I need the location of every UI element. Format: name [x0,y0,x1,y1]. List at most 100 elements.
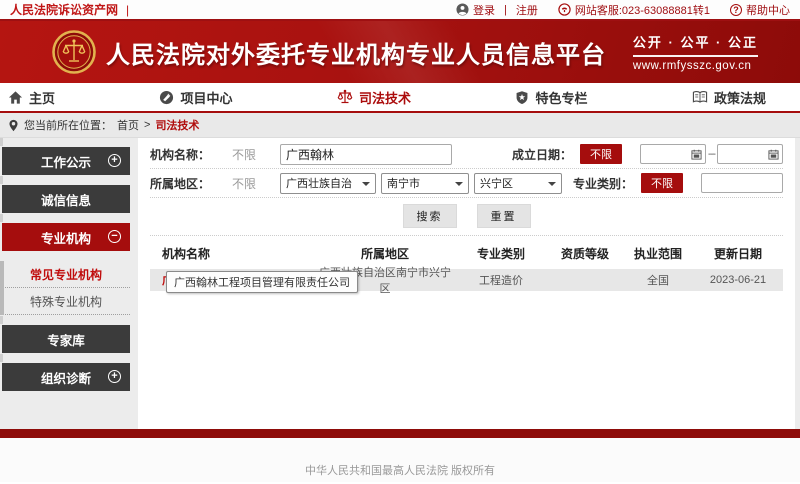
org-name-input[interactable] [280,144,452,165]
province-select[interactable]: 广西壮族自治 [280,173,376,194]
main-area: 工作公示 + 诚信信息 专业机构 − 常见专业机构 特殊专业机构 专家库 组织诊… [0,138,800,429]
breadcrumb-current: 司法技术 [155,117,199,133]
header-scope: 执业范围 [623,245,693,262]
category-any-button[interactable]: 不限 [641,173,683,193]
site-name: 人民法院诉讼资产网 [10,1,118,18]
district-select[interactable]: 兴宁区 [474,173,562,194]
subitem-label-special-orgs: 特殊专业机构 [30,293,102,310]
help-label: 帮助中心 [746,2,790,18]
page-title: 人民法院对外委托专业机构专业人员信息平台 [106,35,606,70]
sidebar-subitem-special-orgs[interactable]: 特殊专业机构 [2,288,130,315]
login-link[interactable]: 登录 [456,2,495,18]
footer: 中华人民共和国最高人民法院 版权所有 [0,438,800,482]
subitem-label-common-orgs: 常见专业机构 [30,266,102,283]
cell-category: 工程造价 [455,272,547,288]
help-center-link[interactable]: ? 帮助中心 [730,2,790,18]
project-center-icon [159,90,174,105]
sidebar-label-work-publicity: 工作公示 [41,152,91,171]
site-banner: 人民法院对外委托专业机构专业人员信息平台 公开 · 公平 · 公正 www.rm… [0,21,800,83]
breadcrumb-separator: > [144,119,150,131]
sidebar-submenu: 常见专业机构 特殊专业机构 [2,261,130,315]
cell-updated: 2023-06-21 [693,274,783,286]
header-category: 专业类别 [455,245,547,262]
help-icon: ? [730,4,742,16]
site-name-link[interactable]: 人民法院诉讼资产网 | [10,1,129,18]
category-input[interactable] [701,173,783,193]
sidebar-label-professional-orgs: 专业机构 [41,228,91,247]
nav-label-judicial-tech: 司法技术 [359,88,411,107]
header-updated: 更新日期 [693,245,783,262]
shield-icon [515,90,529,105]
search-button[interactable]: 搜索 [403,204,457,228]
form-row-region: 所属地区： 不限 广西壮族自治 南宁市 兴宁区 专业类别： 不限 [150,169,783,198]
nav-label-project-center: 项目中心 [180,88,232,107]
category-label: 专业类别： [573,175,633,192]
sidebar-item-integrity-info[interactable]: 诚信信息 [2,185,130,213]
site-name-divider: | [126,3,129,17]
breadcrumb: 您当前所在位置： 首页 > 司法技术 [0,113,800,138]
region-label: 所属地区： [150,175,218,192]
nav-item-project-center[interactable]: 项目中心 [159,88,232,107]
sidebar-label-org-diagnosis: 组织诊断 [41,368,91,387]
nav-label-home: 主页 [29,88,55,107]
sidebar-label-expert-pool: 专家库 [47,330,85,349]
calendar-icon [691,149,702,160]
form-actions: 搜索 重置 [150,198,783,236]
bottom-red-bar [0,429,800,438]
sidebar-item-work-publicity[interactable]: 工作公示 + [2,147,130,175]
sidebar-item-org-diagnosis[interactable]: 组织诊断 + [2,363,130,391]
user-icon [456,3,469,16]
nav-label-special-column: 特色专栏 [535,88,587,107]
register-link[interactable]: 注册 [516,2,538,18]
login-label: 登录 [473,2,495,18]
home-icon [8,90,23,105]
sidebar-subitem-common-orgs[interactable]: 常见专业机构 [2,261,130,288]
reset-button[interactable]: 重置 [477,204,531,228]
login-register-separator: | [504,4,507,16]
form-row-org-name: 机构名称： 不限 成立日期： 不限 --- [150,140,783,169]
founded-any-button[interactable]: 不限 [580,144,622,164]
founded-date-label: 成立日期： [512,146,572,163]
city-select[interactable]: 南宁市 [381,173,469,194]
founded-date-end-input[interactable] [717,144,783,164]
org-name-tooltip: 广西翰林工程项目管理有限责任公司 [166,271,358,293]
collapse-icon: − [108,230,121,243]
date-range-separator: --- [708,149,715,160]
location-pin-icon [8,119,19,132]
table-header-row: 机构名称 所属地区 专业类别 资质等级 执业范围 更新日期 [150,236,783,269]
sidebar: 工作公示 + 诚信信息 专业机构 − 常见专业机构 特殊专业机构 专家库 组织诊… [0,138,130,429]
header-region: 所属地区 [315,245,455,262]
expand-icon: + [108,154,121,167]
breadcrumb-prefix: 您当前所在位置： [24,117,112,133]
sidebar-item-expert-pool[interactable]: 专家库 [2,325,130,353]
founded-date-start-input[interactable] [640,144,706,164]
content-panel: 机构名称： 不限 成立日期： 不限 --- [138,138,795,429]
nav-label-policies: 政策法规 [714,88,766,107]
nav-item-policies[interactable]: 政策法规 [692,88,766,107]
nav-item-special-column[interactable]: 特色专栏 [515,88,587,107]
hotline: 网站客服:023-63088881转1 [558,2,710,18]
expand-icon: + [108,370,121,383]
nav-item-judicial-tech[interactable]: 司法技术 [337,88,411,107]
utility-bar: 人民法院诉讼资产网 | 登录 | 注册 网站客服:023-63088881转1 … [0,0,800,21]
calendar-icon [768,149,779,160]
nav-item-home[interactable]: 主页 [8,88,55,107]
header-grade: 资质等级 [547,245,623,262]
book-icon [692,90,708,104]
sidebar-label-integrity-info: 诚信信息 [41,190,91,209]
breadcrumb-home-link[interactable]: 首页 [117,117,139,133]
region-any: 不限 [232,175,280,192]
main-nav: 主页 项目中心 司法技术 特色专栏 [0,83,800,113]
scales-icon [337,89,353,105]
court-emblem-icon [52,30,96,74]
phone-icon [558,3,571,16]
banner-slogan: 公开 · 公平 · 公正 [633,32,758,57]
copyright-text: 中华人民共和国最高人民法院 版权所有 [305,462,495,482]
org-name-label: 机构名称： [150,146,218,163]
org-name-any: 不限 [232,146,280,163]
banner-website: www.rmfysszc.gov.cn [633,57,758,72]
sidebar-item-professional-orgs[interactable]: 专业机构 − [2,223,130,251]
cell-scope: 全国 [623,272,693,288]
hotline-text: 网站客服:023-63088881转1 [575,2,710,18]
header-org-name: 机构名称 [150,245,315,262]
